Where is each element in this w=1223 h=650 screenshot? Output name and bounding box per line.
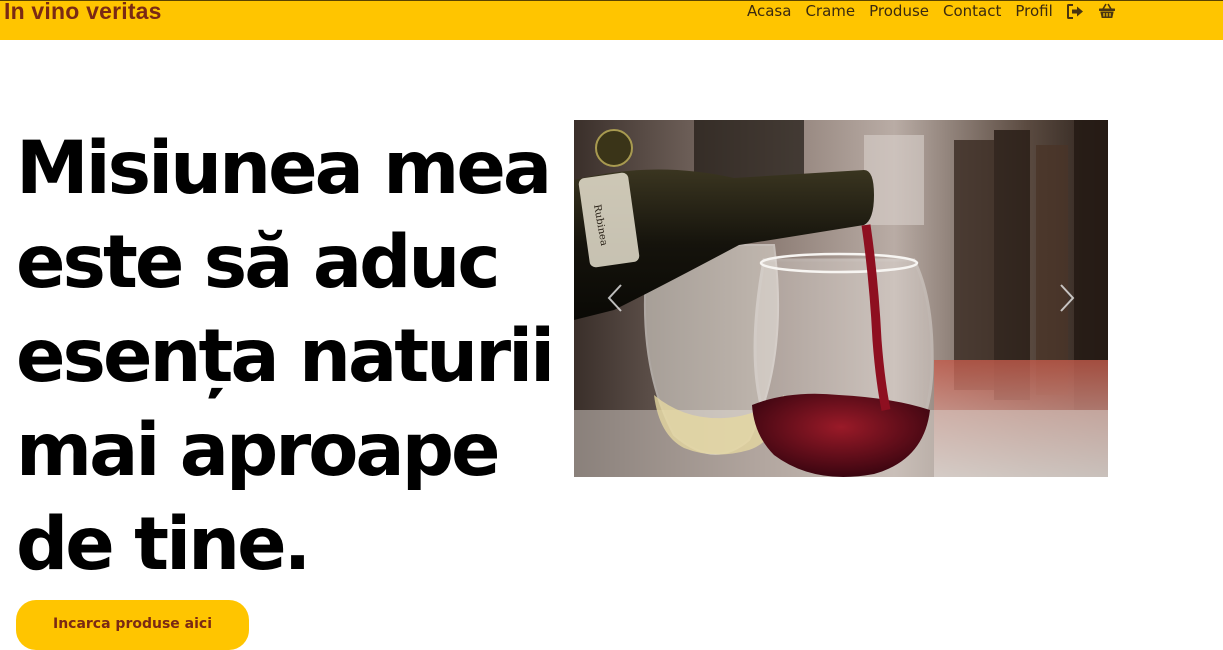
chevron-left-icon <box>607 284 622 312</box>
carousel-prev-button[interactable] <box>600 278 630 318</box>
navbar: In vino veritas Acasa Crame Produse Cont… <box>0 0 1223 40</box>
sign-out-icon[interactable] <box>1066 3 1084 19</box>
upload-products-button[interactable]: Incarca produse aici <box>16 600 249 650</box>
nav-links: Acasa Crame Produse Contact Profil <box>740 1 1123 21</box>
nav-item-acasa[interactable]: Acasa <box>747 2 791 20</box>
nav-item-profil[interactable]: Profil <box>1015 2 1052 20</box>
shopping-basket-icon[interactable] <box>1098 3 1116 19</box>
chevron-right-icon <box>1060 284 1075 312</box>
wine-pouring-photo: Rubinea <box>574 120 1108 477</box>
nav-item-crame[interactable]: Crame <box>805 2 855 20</box>
hero-title: Misiunea mea este să aduc esența naturii… <box>16 126 555 587</box>
nav-item-contact[interactable]: Contact <box>943 2 1001 20</box>
nav-item-produse[interactable]: Produse <box>869 2 929 20</box>
carousel-next-button[interactable] <box>1052 278 1082 318</box>
wine-carousel[interactable]: Rubinea <box>574 120 1108 477</box>
brand-logo[interactable]: In vino veritas <box>4 0 162 25</box>
